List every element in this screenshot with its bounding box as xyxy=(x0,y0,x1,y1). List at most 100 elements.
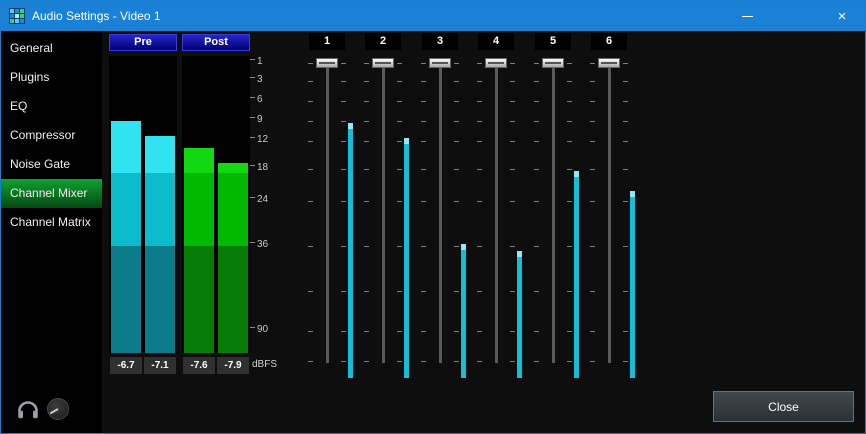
db-scale-label-9: 9 xyxy=(250,114,263,125)
fader-tick xyxy=(477,361,482,362)
channel-2-label: 2 xyxy=(365,33,401,50)
fader-tick xyxy=(454,141,459,142)
scale-tick xyxy=(250,165,255,166)
channel-4-fader-track[interactable] xyxy=(495,63,498,363)
fader-tick xyxy=(590,121,595,122)
fader-tick xyxy=(567,141,572,142)
fader-tick xyxy=(308,201,313,202)
fader-tick xyxy=(421,121,426,122)
channel-5-label: 5 xyxy=(535,33,571,50)
db-scale-label-24: 24 xyxy=(250,194,268,205)
pre-meter-bar-2 xyxy=(145,246,175,353)
db-scale-label-18: 18 xyxy=(250,162,268,173)
fader-tick xyxy=(397,169,402,170)
fader-tick xyxy=(364,141,369,142)
headphone-volume-knob[interactable] xyxy=(47,398,69,420)
fader-tick xyxy=(510,101,515,102)
fader-tick xyxy=(534,121,539,122)
fader-tick xyxy=(308,141,313,142)
channel-1-label: 1 xyxy=(309,33,345,50)
pre-meter-bar-1 xyxy=(111,121,141,173)
fader-tick xyxy=(341,121,346,122)
fader-tick xyxy=(454,331,459,332)
fader-tick xyxy=(421,201,426,202)
fader-tick xyxy=(510,361,515,362)
channel-6-level-meter xyxy=(630,191,635,378)
channel-3-label: 3 xyxy=(422,33,458,50)
channel-4-level-meter xyxy=(517,251,522,378)
channel-6-fader-handle[interactable] xyxy=(598,58,620,68)
fader-tick xyxy=(590,361,595,362)
fader-tick xyxy=(510,201,515,202)
pre-meter-bar-1 xyxy=(111,173,141,246)
channel-3-fader-track[interactable] xyxy=(439,63,442,363)
channel-6-label: 6 xyxy=(591,33,627,50)
fader-tick xyxy=(590,101,595,102)
fader-tick xyxy=(364,101,369,102)
fader-tick xyxy=(510,331,515,332)
channel-4-fader-handle[interactable] xyxy=(485,58,507,68)
fader-tick xyxy=(477,63,482,64)
fader-tick xyxy=(623,141,628,142)
db-scale-label-36: 36 xyxy=(250,239,268,250)
fader-tick xyxy=(477,291,482,292)
fader-tick xyxy=(623,201,628,202)
channel-6-fader-track[interactable] xyxy=(608,63,611,363)
pre-meter-bar-1 xyxy=(111,246,141,353)
channel-1-level-meter xyxy=(348,123,353,378)
fader-tick xyxy=(477,331,482,332)
fader-tick xyxy=(421,141,426,142)
channel-1-fader-track[interactable] xyxy=(326,63,329,363)
fader-tick xyxy=(341,246,346,247)
fader-tick xyxy=(341,81,346,82)
channel-5-level-meter xyxy=(574,171,579,378)
fader-tick xyxy=(477,246,482,247)
channel-5-level-meter-peak xyxy=(574,171,579,177)
post-meter-bar-1 xyxy=(184,173,214,246)
fader-tick xyxy=(341,201,346,202)
channel-5-fader-handle[interactable] xyxy=(542,58,564,68)
fader-tick xyxy=(454,63,459,64)
post-meter-value-1: -7.6 xyxy=(183,357,215,374)
fader-tick xyxy=(308,331,313,332)
fader-tick xyxy=(534,331,539,332)
fader-tick xyxy=(454,361,459,362)
fader-tick xyxy=(590,246,595,247)
db-scale-label-3: 3 xyxy=(250,74,263,85)
fader-tick xyxy=(421,63,426,64)
channel-3-level-meter xyxy=(461,244,466,378)
fader-tick xyxy=(567,121,572,122)
pre-meter-bar-2 xyxy=(145,173,175,246)
fader-tick xyxy=(477,169,482,170)
fader-tick xyxy=(397,63,402,64)
fader-tick xyxy=(454,169,459,170)
channel-2-fader-track[interactable] xyxy=(382,63,385,363)
fader-tick xyxy=(454,81,459,82)
fader-tick xyxy=(454,101,459,102)
fader-tick xyxy=(590,63,595,64)
fader-tick xyxy=(421,291,426,292)
channel-5-fader-track[interactable] xyxy=(552,63,555,363)
close-button[interactable]: Close xyxy=(713,391,854,422)
fader-tick xyxy=(364,201,369,202)
fader-tick xyxy=(397,361,402,362)
fader-tick xyxy=(308,246,313,247)
fader-tick xyxy=(308,169,313,170)
headphones-icon[interactable] xyxy=(15,396,41,422)
channel-1-fader-handle[interactable] xyxy=(316,58,338,68)
scale-tick xyxy=(250,97,255,98)
fader-tick xyxy=(567,63,572,64)
channel-3-fader-handle[interactable] xyxy=(429,58,451,68)
db-scale-label-1: 1 xyxy=(250,56,263,67)
fader-tick xyxy=(510,291,515,292)
fader-tick xyxy=(341,331,346,332)
channel-2-fader-handle[interactable] xyxy=(372,58,394,68)
scale-tick xyxy=(250,77,255,78)
fader-tick xyxy=(397,331,402,332)
fader-tick xyxy=(477,101,482,102)
scale-tick xyxy=(250,327,255,328)
post-meter-value-2: -7.9 xyxy=(217,357,249,374)
fader-tick xyxy=(364,291,369,292)
fader-tick xyxy=(534,101,539,102)
fader-tick xyxy=(454,246,459,247)
